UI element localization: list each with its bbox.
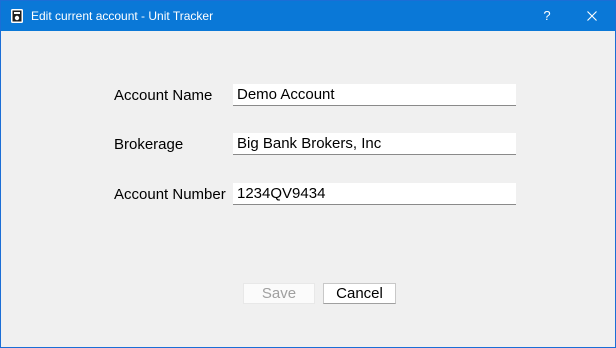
brokerage-field[interactable] xyxy=(233,133,516,155)
app-icon xyxy=(9,8,25,24)
account-number-field[interactable] xyxy=(233,183,516,205)
account-number-label: Account Number xyxy=(114,186,226,203)
title-bar[interactable]: Edit current account - Unit Tracker ? xyxy=(1,1,615,31)
account-name-label: Account Name xyxy=(114,87,213,104)
close-icon xyxy=(587,11,597,21)
edit-account-dialog: Edit current account - Unit Tracker ? Ac… xyxy=(0,0,616,348)
save-button[interactable]: Save xyxy=(243,283,315,304)
window-title: Edit current account - Unit Tracker xyxy=(31,9,214,23)
close-button[interactable] xyxy=(577,1,607,31)
brokerage-label: Brokerage xyxy=(114,136,184,153)
help-button[interactable]: ? xyxy=(535,1,559,31)
account-name-field[interactable] xyxy=(233,84,516,106)
cancel-button[interactable]: Cancel xyxy=(323,283,396,304)
